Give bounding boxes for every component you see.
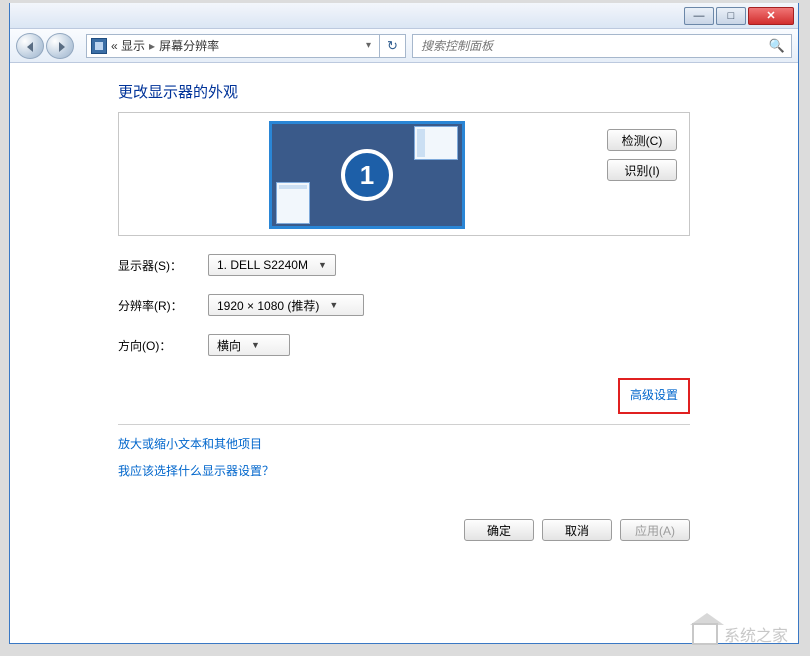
search-input[interactable] — [419, 38, 769, 54]
titlebar: — □ ✕ — [10, 3, 798, 29]
monitor-preview[interactable]: 1 — [269, 121, 465, 229]
detect-button[interactable]: 检测(C) — [607, 129, 677, 151]
minimize-button[interactable]: — — [684, 7, 714, 25]
nav-forward-icon[interactable] — [46, 33, 74, 59]
chevron-down-icon: ▼ — [251, 340, 260, 350]
identify-button[interactable]: 识别(I) — [607, 159, 677, 181]
display-preview-box: 1 检测(C) 识别(I) — [118, 112, 690, 236]
address-dropdown-icon[interactable]: ▾ — [362, 40, 375, 51]
orientation-label: 方向(O)： — [118, 337, 208, 354]
chevron-down-icon: ▼ — [329, 300, 338, 310]
content: 更改显示器的外观 1 检测(C) 识别(I) 显示器(S)： 1. — [10, 63, 798, 643]
navbar: « 显示 ▸ 屏幕分辨率 ▾ ↻ 🔍 — [10, 29, 798, 63]
ok-button[interactable]: 确定 — [464, 519, 534, 541]
display-value: 1. DELL S2240M — [217, 258, 308, 272]
desktop-preview: 1 — [269, 121, 465, 229]
advanced-settings-link[interactable]: 高级设置 — [630, 388, 678, 402]
resolution-label: 分辨率(R)： — [118, 297, 208, 314]
refresh-button[interactable]: ↻ — [380, 34, 406, 58]
address-bar[interactable]: « 显示 ▸ 屏幕分辨率 ▾ — [86, 34, 380, 58]
orientation-combobox[interactable]: 横向 ▼ — [208, 334, 290, 356]
cancel-button[interactable]: 取消 — [542, 519, 612, 541]
resolution-combobox[interactable]: 1920 × 1080 (推荐) ▼ — [208, 294, 364, 316]
monitor-number-badge: 1 — [341, 149, 393, 201]
refresh-icon: ↻ — [387, 38, 398, 54]
maximize-button[interactable]: □ — [716, 7, 746, 25]
breadcrumb-display[interactable]: 显示 — [121, 37, 145, 54]
breadcrumb-chevrons: « — [111, 39, 118, 53]
highlight-box: 高级设置 — [618, 378, 690, 414]
page-title: 更改显示器的外观 — [118, 81, 690, 102]
chevron-down-icon: ▼ — [318, 260, 327, 270]
display-label: 显示器(S)： — [118, 257, 208, 274]
control-panel-icon — [91, 38, 107, 54]
which-display-link[interactable]: 我应该选择什么显示器设置？ — [118, 462, 690, 479]
display-combobox[interactable]: 1. DELL S2240M ▼ — [208, 254, 336, 276]
orientation-value: 横向 — [217, 337, 241, 354]
breadcrumb-sep-icon: ▸ — [149, 39, 155, 53]
breadcrumb-resolution[interactable]: 屏幕分辨率 — [159, 37, 219, 54]
text-size-link[interactable]: 放大或缩小文本和其他项目 — [118, 435, 690, 452]
window: — □ ✕ « 显示 ▸ 屏幕分辨率 ▾ ↻ 🔍 更改显示器的外观 — [9, 3, 799, 644]
search-box: 🔍 — [412, 34, 792, 58]
apply-button: 应用(A) — [620, 519, 690, 541]
preview-window-icon — [276, 182, 310, 224]
resolution-value: 1920 × 1080 (推荐) — [217, 297, 319, 314]
nav-back-icon[interactable] — [16, 33, 44, 59]
preview-window-icon — [414, 126, 458, 160]
divider — [118, 424, 690, 425]
search-icon[interactable]: 🔍 — [769, 38, 785, 54]
close-button[interactable]: ✕ — [748, 7, 794, 25]
